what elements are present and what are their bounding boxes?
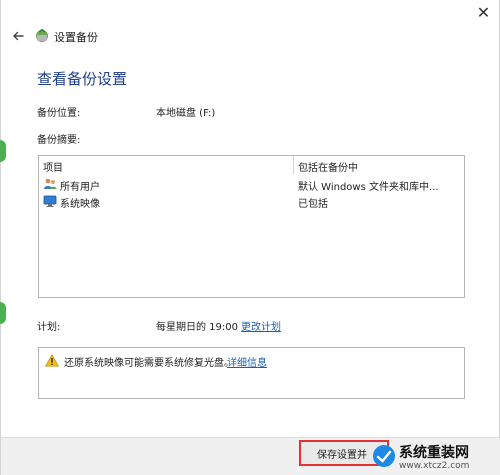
item-included: 已包括 [298, 199, 328, 210]
change-schedule-link[interactable]: 更改计划 [241, 318, 281, 333]
users-icon [44, 178, 57, 189]
nav-title: 设置备份 [54, 31, 98, 44]
warning-icon [45, 354, 59, 367]
watermark-url: www.xtcz2.com [399, 461, 470, 471]
list-item[interactable]: 所有用户 默认 Windows 文件夹和库中... [39, 176, 464, 193]
edge-marker [0, 140, 6, 162]
monitor-icon [43, 195, 57, 207]
column-divider[interactable] [293, 156, 294, 174]
watermark-logo-icon [373, 445, 395, 467]
list-item[interactable]: 系统映像 已包括 [39, 193, 464, 210]
item-name: 系统映像 [60, 199, 100, 210]
page-title: 查看备份设置 [37, 70, 128, 88]
backup-summary-label: 备份摘要: [37, 135, 81, 146]
column-header-item[interactable]: 项目 [43, 159, 63, 174]
list-header: 项目 包括在备份中 [39, 156, 464, 174]
watermark-title: 系统重装网 [399, 445, 469, 461]
back-arrow-icon[interactable] [11, 29, 25, 43]
backup-app-icon [36, 28, 48, 42]
schedule-value: 每星期日的 19:00 [156, 322, 238, 333]
edge-marker [0, 302, 6, 324]
watermark: 系统重装网 www.xtcz2.com [372, 440, 500, 475]
warning-box: 还原系统映像可能需要系统修复光盘。 详细信息 [38, 347, 465, 399]
column-header-included[interactable]: 包括在备份中 [298, 159, 358, 174]
item-name: 所有用户 [60, 182, 100, 193]
backup-location-label: 备份位置: [37, 108, 81, 119]
backup-summary-list[interactable]: 项目 包括在备份中 所有用户 默认 Windows 文件夹和库中... 系统映像… [38, 155, 465, 298]
warning-text: 还原系统映像可能需要系统修复光盘。 [64, 358, 234, 369]
backup-location-value: 本地磁盘 (F:) [156, 108, 216, 119]
close-button[interactable]: ✕ [466, 0, 500, 24]
item-included: 默认 Windows 文件夹和库中... [298, 182, 439, 193]
backup-settings-window: ✕ 设置备份 查看备份设置 备份位置: 本地磁盘 (F:) 备份摘要: 项目 包… [0, 0, 500, 475]
details-link[interactable]: 详细信息 [227, 354, 267, 369]
schedule-label: 计划: [37, 322, 61, 333]
